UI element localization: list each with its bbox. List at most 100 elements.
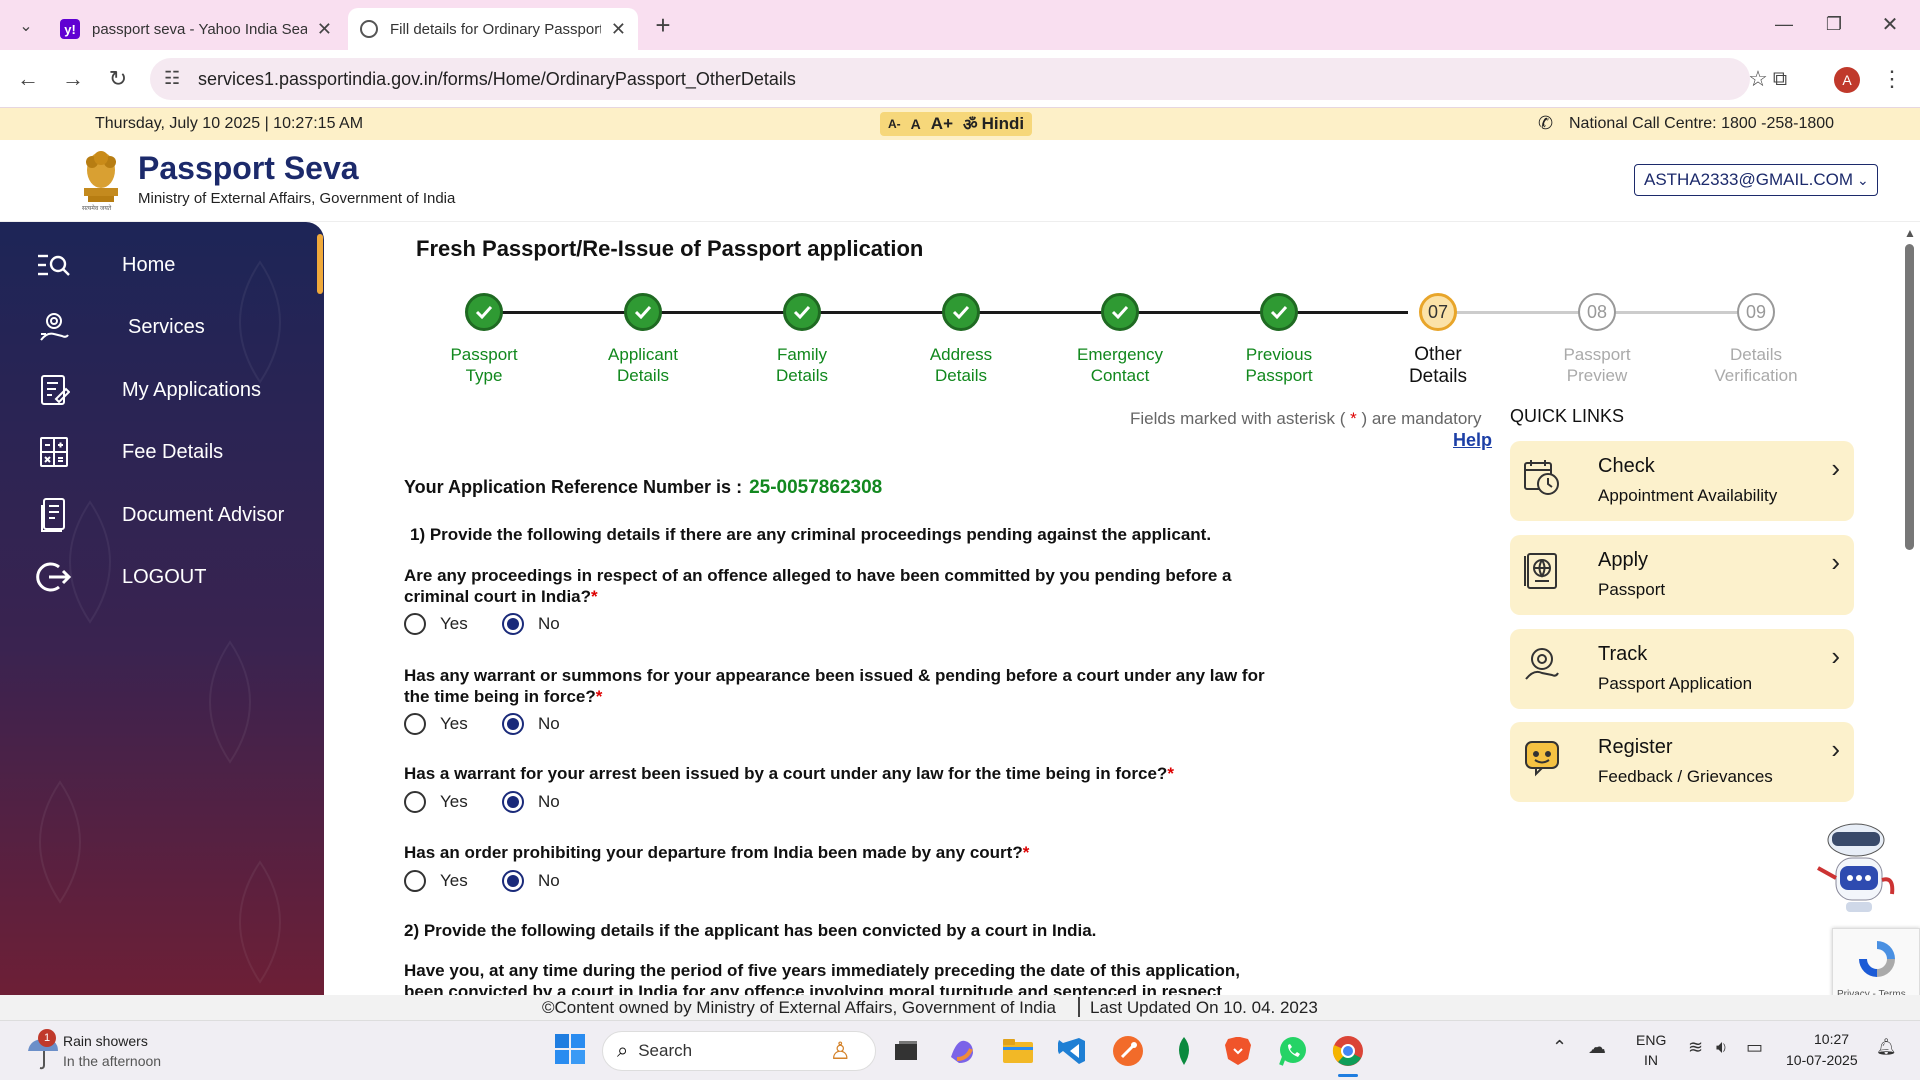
- sidebar-item-my-applications[interactable]: My Applications: [0, 359, 324, 421]
- close-icon[interactable]: ✕: [611, 19, 626, 40]
- whatsapp-icon[interactable]: [1273, 1031, 1313, 1071]
- page-title: Fresh Passport/Re-Issue of Passport appl…: [416, 236, 924, 261]
- volume-icon[interactable]: 🔉︎: [1716, 1037, 1727, 1058]
- tab-search-chevron-icon[interactable]: ⌄: [8, 8, 44, 44]
- hindi-language-button[interactable]: Hindi: [982, 114, 1025, 134]
- weather-rain-icon[interactable]: 1: [22, 1029, 62, 1071]
- notification-bell-icon[interactable]: 🔔︎: [1876, 1037, 1896, 1057]
- site-info-icon[interactable]: ☷: [164, 68, 180, 89]
- sidebar-item-home[interactable]: Home: [0, 234, 324, 296]
- language-line-1[interactable]: ENG: [1636, 1032, 1666, 1048]
- radio-button[interactable]: [502, 713, 524, 735]
- step-number: 07: [1427, 301, 1449, 322]
- profile-avatar[interactable]: A: [1834, 67, 1860, 93]
- radio-label: No: [538, 714, 560, 733]
- brave-icon[interactable]: [1218, 1031, 1258, 1071]
- radio-button[interactable]: [404, 713, 426, 735]
- sidebar-item-logout[interactable]: LOGOUT: [0, 546, 324, 608]
- mandatory-star: *: [1345, 409, 1362, 428]
- question-2-radio-no[interactable]: No: [502, 713, 560, 735]
- step-label-line2: Preview: [1566, 366, 1628, 385]
- font-decrease-button[interactable]: A-: [888, 117, 901, 131]
- step-3-marker: [783, 293, 821, 331]
- chrome-icon[interactable]: [1328, 1031, 1368, 1077]
- sidebar-item-document-advisor[interactable]: Document Advisor: [0, 484, 324, 546]
- question-1-radio-yes[interactable]: Yes: [404, 613, 468, 635]
- sidebar-item-services[interactable]: Services: [0, 296, 324, 358]
- services-icon: [32, 309, 76, 345]
- taskbar-search-box[interactable]: ⌕ Search ♙: [602, 1031, 876, 1071]
- font-normal-button[interactable]: A: [911, 116, 921, 132]
- step-label-line1: Passport: [450, 345, 518, 364]
- windows-taskbar: 1 Rain showers In the afternoon ⌕ Search…: [0, 1020, 1920, 1080]
- vscode-icon[interactable]: [1052, 1031, 1092, 1071]
- tab-passport[interactable]: Fill details for Ordinary Passport ✕: [348, 8, 638, 50]
- new-tab-icon[interactable]: +: [645, 7, 681, 43]
- chatbot-robot-icon[interactable]: [1808, 820, 1898, 920]
- required-asterisk: *: [595, 687, 603, 706]
- quick-link-register[interactable]: Register Feedback / Grievances ›: [1510, 722, 1854, 802]
- address-bar[interactable]: ☷ services1.passportindia.gov.in/forms/H…: [150, 58, 1750, 100]
- section-1-heading: 1) Provide the following details if ther…: [410, 525, 1212, 544]
- reference-number: 25-0057862308: [749, 477, 883, 498]
- applications-icon: [32, 372, 76, 408]
- user-email: ASTHA2333@GMAIL.COM: [1644, 170, 1854, 189]
- user-menu-dropdown[interactable]: ASTHA2333@GMAIL.COM ⌄: [1634, 164, 1878, 196]
- question-3-radio-no[interactable]: No: [502, 791, 560, 813]
- copilot-icon[interactable]: [942, 1031, 982, 1071]
- onedrive-icon[interactable]: ☁: [1588, 1037, 1606, 1058]
- back-icon[interactable]: ←: [10, 61, 46, 97]
- battery-icon[interactable]: ▭: [1746, 1037, 1763, 1058]
- scrollbar-thumb[interactable]: [1905, 244, 1914, 550]
- quick-link-track[interactable]: Track Passport Application ›: [1510, 629, 1854, 709]
- minimize-icon[interactable]: —: [1766, 6, 1802, 42]
- restore-icon[interactable]: ❐: [1816, 6, 1852, 42]
- radio-button[interactable]: [502, 870, 524, 892]
- tab-yahoo[interactable]: y! passport seva - Yahoo India Sea ✕: [48, 8, 344, 50]
- file-explorer-icon[interactable]: [998, 1031, 1038, 1071]
- quick-link-check[interactable]: Check Appointment Availability ›: [1510, 441, 1854, 521]
- question-3-radio-yes[interactable]: Yes: [404, 791, 468, 813]
- clock-time[interactable]: 10:27: [1814, 1031, 1849, 1047]
- tab-title: Fill details for Ordinary Passport: [390, 20, 601, 38]
- tab-title: passport seva - Yahoo India Sea: [92, 20, 307, 38]
- clock-date[interactable]: 10-07-2025: [1786, 1052, 1858, 1068]
- language-line-2[interactable]: IN: [1644, 1052, 1658, 1068]
- close-icon[interactable]: ✕: [317, 19, 332, 40]
- mongodb-icon[interactable]: [1164, 1031, 1204, 1071]
- tray-chevron-up-icon[interactable]: ⌃: [1552, 1037, 1567, 1058]
- forward-icon[interactable]: →: [55, 61, 91, 97]
- reload-icon[interactable]: ↻: [100, 61, 136, 97]
- puzzle-icon[interactable]: ⧉: [1762, 61, 1798, 97]
- radio-label: Yes: [440, 714, 468, 733]
- app-orange-icon[interactable]: [1108, 1031, 1148, 1071]
- step-label-line2: Passport: [1245, 366, 1313, 385]
- accessibility-controls: A- A A+ ॐ Hindi: [880, 112, 1033, 136]
- radio-button[interactable]: [502, 613, 524, 635]
- scroll-up-arrow[interactable]: ▲: [1904, 226, 1916, 240]
- help-link[interactable]: Help: [1453, 430, 1492, 451]
- radio-button[interactable]: [404, 870, 426, 892]
- mandatory-note-text: Fields marked with asterisk (: [1130, 409, 1346, 428]
- document-icon: [32, 497, 76, 533]
- question-1-radio-no[interactable]: No: [502, 613, 560, 635]
- quick-link-title: Track: [1598, 643, 1648, 665]
- sidebar: Home Services My Applications Fee Detail…: [0, 222, 324, 995]
- menu-kebab-icon[interactable]: ⋮: [1874, 61, 1910, 97]
- wifi-icon[interactable]: ≋: [1688, 1037, 1703, 1058]
- radio-button[interactable]: [404, 613, 426, 635]
- step-label-line1: Emergency: [1077, 345, 1163, 364]
- sidebar-item-fee-details[interactable]: Fee Details: [0, 421, 324, 483]
- step-9-label: Details Verification: [1681, 344, 1831, 386]
- font-increase-button[interactable]: A+: [931, 114, 953, 134]
- question-2-radio-yes[interactable]: Yes: [404, 713, 468, 735]
- quick-link-apply[interactable]: Apply Passport ›: [1510, 535, 1854, 615]
- window-close-icon[interactable]: ✕: [1872, 6, 1908, 42]
- task-view-icon[interactable]: [886, 1031, 926, 1071]
- question-4-radio-no[interactable]: No: [502, 870, 560, 892]
- radio-button[interactable]: [502, 791, 524, 813]
- windows-start-icon[interactable]: [554, 1033, 590, 1069]
- reference-label: Your Application Reference Number is :: [404, 477, 743, 497]
- radio-button[interactable]: [404, 791, 426, 813]
- question-4-radio-yes[interactable]: Yes: [404, 870, 468, 892]
